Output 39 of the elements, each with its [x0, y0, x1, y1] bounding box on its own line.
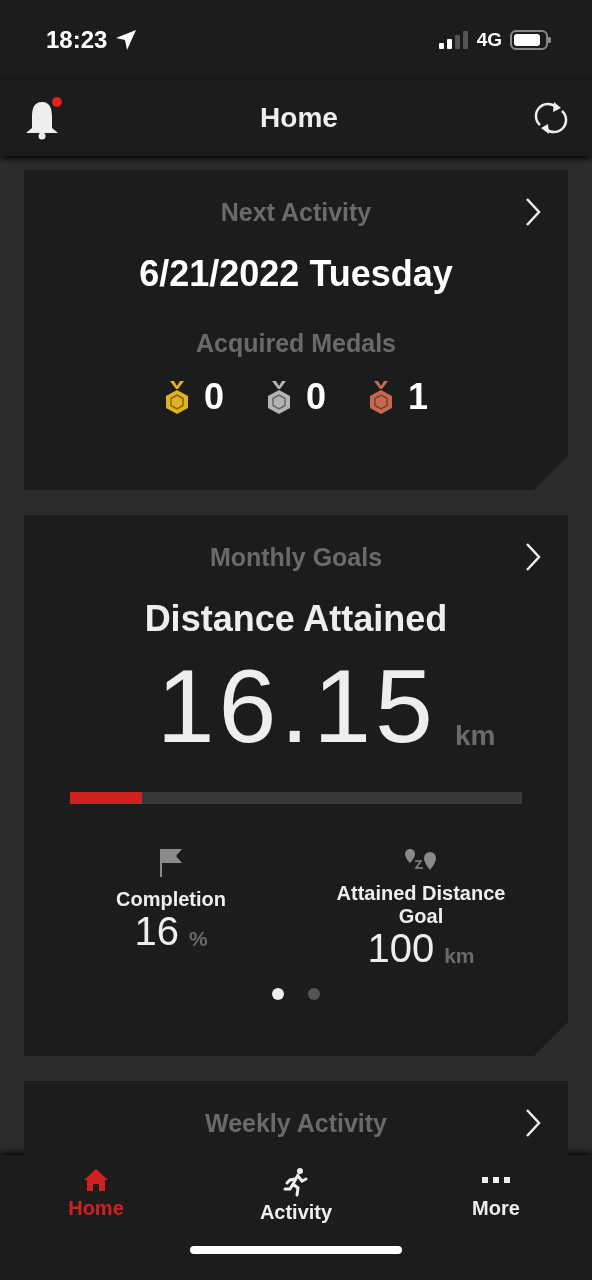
stat-unit: km — [444, 944, 475, 968]
battery-icon — [510, 29, 552, 51]
distance-unit: km — [454, 720, 496, 752]
goal-subtitle: Distance Attained — [144, 598, 448, 640]
distance-value: 16.15 — [156, 654, 437, 758]
notification-bell-icon[interactable] — [24, 96, 64, 140]
stat-label: Completion — [116, 888, 226, 911]
signal-icon — [438, 30, 469, 50]
more-icon — [482, 1177, 510, 1183]
medal-count: 0 — [203, 376, 224, 418]
refresh-icon[interactable] — [534, 99, 568, 137]
status-time: 18:23 — [46, 26, 108, 54]
location-arrow-icon — [115, 29, 138, 51]
running-person-icon — [283, 1167, 309, 1197]
screen-title: Home — [260, 102, 338, 134]
tab-bar-item[interactable]: Activity — [246, 1167, 346, 1224]
stat-label: Attained Distance Goal — [335, 882, 507, 928]
route-pins-icon — [403, 848, 439, 872]
chevron-right-icon[interactable] — [524, 541, 542, 573]
stat-unit: % — [188, 927, 208, 951]
monthly-goals-card[interactable]: Monthly Goals Distance Attained 16.15 km Completion 16 % Attained Distance Goal 100 km — [24, 515, 568, 1056]
page-dot[interactable] — [308, 988, 320, 1000]
stat-value: 100 — [367, 928, 435, 968]
network-type: 4G — [476, 29, 502, 51]
medal-count: 1 — [408, 376, 429, 418]
home-icon — [83, 1167, 109, 1193]
chevron-right-icon[interactable] — [524, 196, 542, 228]
card-title: Monthly Goals — [209, 543, 383, 572]
activity-date: 6/21/2022 Tuesday — [139, 253, 453, 295]
next-activity-card[interactable]: Next Activity 6/21/2022 Tuesday Acquired Medals 0 0 1 — [24, 170, 568, 490]
medals-title: Acquired Medals — [195, 329, 397, 358]
card-title: Next Activity — [220, 198, 372, 227]
flag-icon — [158, 848, 184, 878]
card-title: Weekly Activity — [205, 1109, 387, 1138]
stat-value: 16 — [134, 911, 179, 951]
chevron-right-icon[interactable] — [524, 1107, 542, 1139]
medal-count: 0 — [306, 376, 326, 418]
page-dot[interactable] — [272, 988, 284, 1000]
tab-bar-item[interactable]: More — [446, 1167, 546, 1224]
